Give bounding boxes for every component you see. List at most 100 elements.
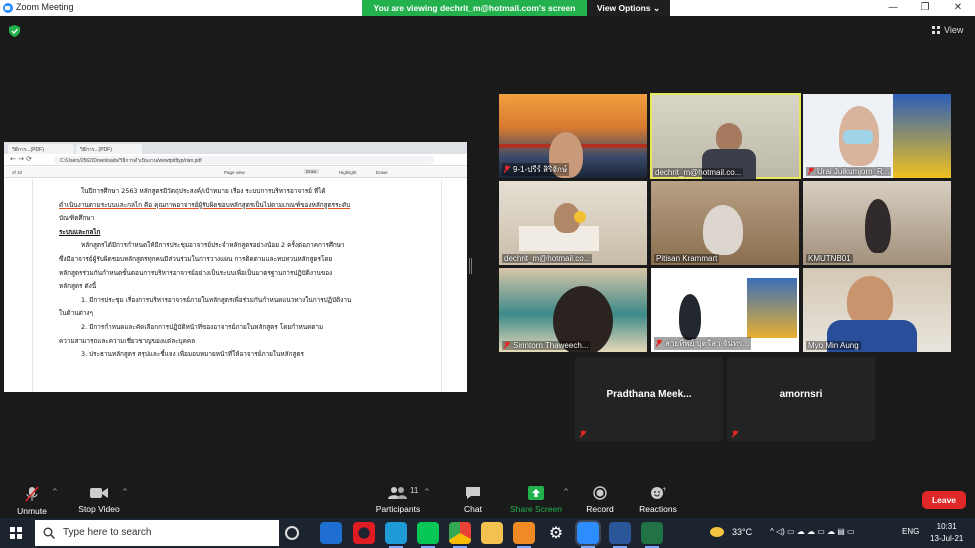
pdf-line: ซึ่งมีอาจารย์ผู้รับผิดชอบหลักสูตรทุกคนมี…	[59, 254, 333, 263]
participant-name: Sirintorn Thaweech...	[502, 341, 591, 350]
video-tile[interactable]: dechrit_m@hotmail.co...	[499, 181, 647, 265]
video-tile-active-speaker[interactable]: dechrit_m@hotmail.co...	[650, 93, 801, 179]
line-app-icon[interactable]	[417, 522, 439, 548]
url-field[interactable]: C:/Users/2562/Downloads/วิธีการดำเนินงาน…	[54, 156, 434, 164]
security-shield-icon[interactable]	[9, 25, 20, 37]
video-tile-no-video[interactable]: amornsri	[727, 357, 875, 441]
muted-mic-icon	[504, 341, 510, 349]
video-camera-icon	[90, 488, 108, 498]
pdf-toolbar: of 10 Page view Draw Highlight Erase	[4, 167, 467, 178]
erase-button[interactable]: Erase	[376, 170, 388, 175]
windows-start-icon[interactable]	[10, 527, 22, 539]
temperature[interactable]: 33°C	[732, 527, 752, 537]
zoom-logo-icon	[3, 3, 13, 13]
view-layout-button[interactable]: View	[932, 25, 963, 35]
video-tile[interactable]: สายทิพย์ บุตรีสา จันทร...	[651, 268, 799, 352]
reactions-label: Reactions	[639, 504, 677, 514]
excel-icon[interactable]	[641, 522, 663, 548]
view-options-button[interactable]: View Options ⌄	[587, 0, 670, 16]
orange-app-icon[interactable]	[513, 522, 535, 548]
word-icon[interactable]	[609, 522, 631, 548]
highlight-button[interactable]: Highlight	[339, 170, 357, 175]
close-icon[interactable]: ✕	[943, 0, 973, 16]
video-tile[interactable]: KMUTNB01	[803, 181, 951, 265]
minimize-icon[interactable]: —	[878, 0, 908, 16]
shared-screen[interactable]: วิธีการ...(PDF) วิธีการ...(PDF) ← → ⟳ C:…	[4, 142, 467, 392]
page-view-button[interactable]: Page view	[224, 170, 245, 175]
pdf-line: หลักสูตรร่วมกันกำหนดขั้นตอนการบริหารอาจา…	[59, 268, 333, 277]
chat-button[interactable]: Chat	[458, 480, 488, 514]
opera-icon[interactable]	[353, 522, 375, 544]
video-tile[interactable]: 9-1-ปรีร์ สิริจักษ์	[499, 94, 647, 178]
participant-name: Pitisan Krammart	[654, 254, 720, 263]
video-options-chevron-icon[interactable]: ^	[122, 488, 128, 496]
chat-label: Chat	[464, 504, 482, 514]
video-tile[interactable]: Sirintorn Thaweech...	[499, 268, 647, 352]
browser-address-bar: ← → ⟳ C:/Users/2562/Downloads/วิธีการดำเ…	[4, 154, 467, 166]
participant-name: Pradthana Meek...	[606, 389, 692, 400]
muted-indicator	[730, 430, 743, 439]
clock-time: 10:31	[936, 522, 957, 531]
grid-view-icon	[932, 26, 940, 34]
participant-video	[703, 205, 743, 255]
share-screen-button[interactable]: Share Screen	[508, 480, 564, 514]
clock-date: 13-Jul-21	[930, 534, 964, 543]
pdf-heading: ระบบและกลไก	[59, 227, 101, 236]
video-tile-no-video[interactable]: Pradthana Meek...	[575, 357, 723, 441]
share-options-chevron-icon[interactable]: ^	[563, 488, 569, 496]
video-tile[interactable]: Pitisan Krammart	[651, 181, 799, 265]
participants-count: 11	[410, 486, 419, 495]
video-tile[interactable]: Urai Juikumjorn_R...	[803, 94, 951, 178]
participant-name: dechrit_m@hotmail.co...	[653, 168, 744, 177]
pdf-text: ในปีการศึกษา 2563 หลักสูตรมีวัตถุประสงค์…	[59, 185, 399, 362]
unmute-button[interactable]: Unmute	[10, 480, 54, 516]
muted-mic-icon	[656, 339, 662, 347]
split-view-handle[interactable]	[469, 258, 472, 274]
pdf-line: หลักสูตรได้มีการกำหนดให้มีการประชุมอาจาร…	[81, 241, 345, 250]
leave-meeting-button[interactable]: Leave	[922, 491, 966, 509]
unmute-label: Unmute	[17, 506, 47, 516]
stop-video-button[interactable]: Stop Video	[74, 480, 124, 514]
mug-shape	[574, 211, 586, 223]
pdf-line: บัณฑิตศึกษา	[59, 214, 95, 223]
face-mask	[843, 130, 873, 144]
record-label: Record	[586, 504, 614, 514]
cortana-icon[interactable]	[285, 526, 299, 540]
input-language[interactable]: ENG	[902, 527, 919, 536]
search-placeholder: Type here to search	[63, 527, 152, 538]
edge-icon[interactable]	[320, 522, 342, 544]
chat-bubble-icon	[466, 487, 480, 499]
browser-nav-icon[interactable]: ← → ⟳	[10, 155, 32, 163]
muted-mic-icon	[504, 165, 510, 173]
draw-button[interactable]: Draw	[304, 169, 319, 174]
chrome-icon[interactable]	[449, 522, 471, 548]
record-button[interactable]: Record	[582, 480, 618, 514]
muted-indicator	[578, 430, 591, 439]
reactions-button[interactable]: + Reactions	[635, 480, 681, 514]
participant-video	[865, 199, 891, 253]
tray-icons[interactable]: ^ ◁) ▭ ☁ ☁ ▭ ☁ ▤ ▭	[770, 527, 855, 536]
view-label: View	[944, 25, 964, 35]
video-tile[interactable]: Myo Min Aung	[803, 268, 951, 352]
participants-options-chevron-icon[interactable]: ^	[424, 488, 430, 496]
weather-icon[interactable]	[710, 527, 724, 537]
settings-gear-icon[interactable]: ⚙	[545, 522, 567, 544]
file-explorer-icon[interactable]	[481, 522, 503, 544]
browser-tab[interactable]: วิธีการ...(PDF)	[76, 144, 142, 154]
viewing-banner: You are viewing dechrit_m@hotmail.com's …	[362, 0, 670, 16]
taskbar-clock[interactable]: 10:31 13-Jul-21	[930, 521, 963, 545]
browser-tab[interactable]: วิธีการ...(PDF)	[8, 144, 74, 154]
participant-name: amornsri	[779, 389, 823, 400]
participant-name: สายทิพย์ บุตรีสา จันทร...	[654, 337, 752, 350]
zoom-taskbar-icon[interactable]	[575, 520, 601, 548]
participants-icon	[388, 487, 407, 499]
search-icon	[43, 527, 55, 539]
participant-name: Urai Juikumjorn_R...	[806, 167, 892, 176]
taskbar-search-box[interactable]: Type here to search	[35, 520, 279, 546]
edge-chromium-icon[interactable]	[385, 522, 407, 548]
participant-video	[679, 294, 701, 340]
participants-label: Participants	[375, 504, 421, 514]
participant-video	[847, 276, 893, 326]
audio-options-chevron-icon[interactable]: ^	[52, 488, 58, 496]
restore-icon[interactable]: ❐	[910, 0, 940, 16]
